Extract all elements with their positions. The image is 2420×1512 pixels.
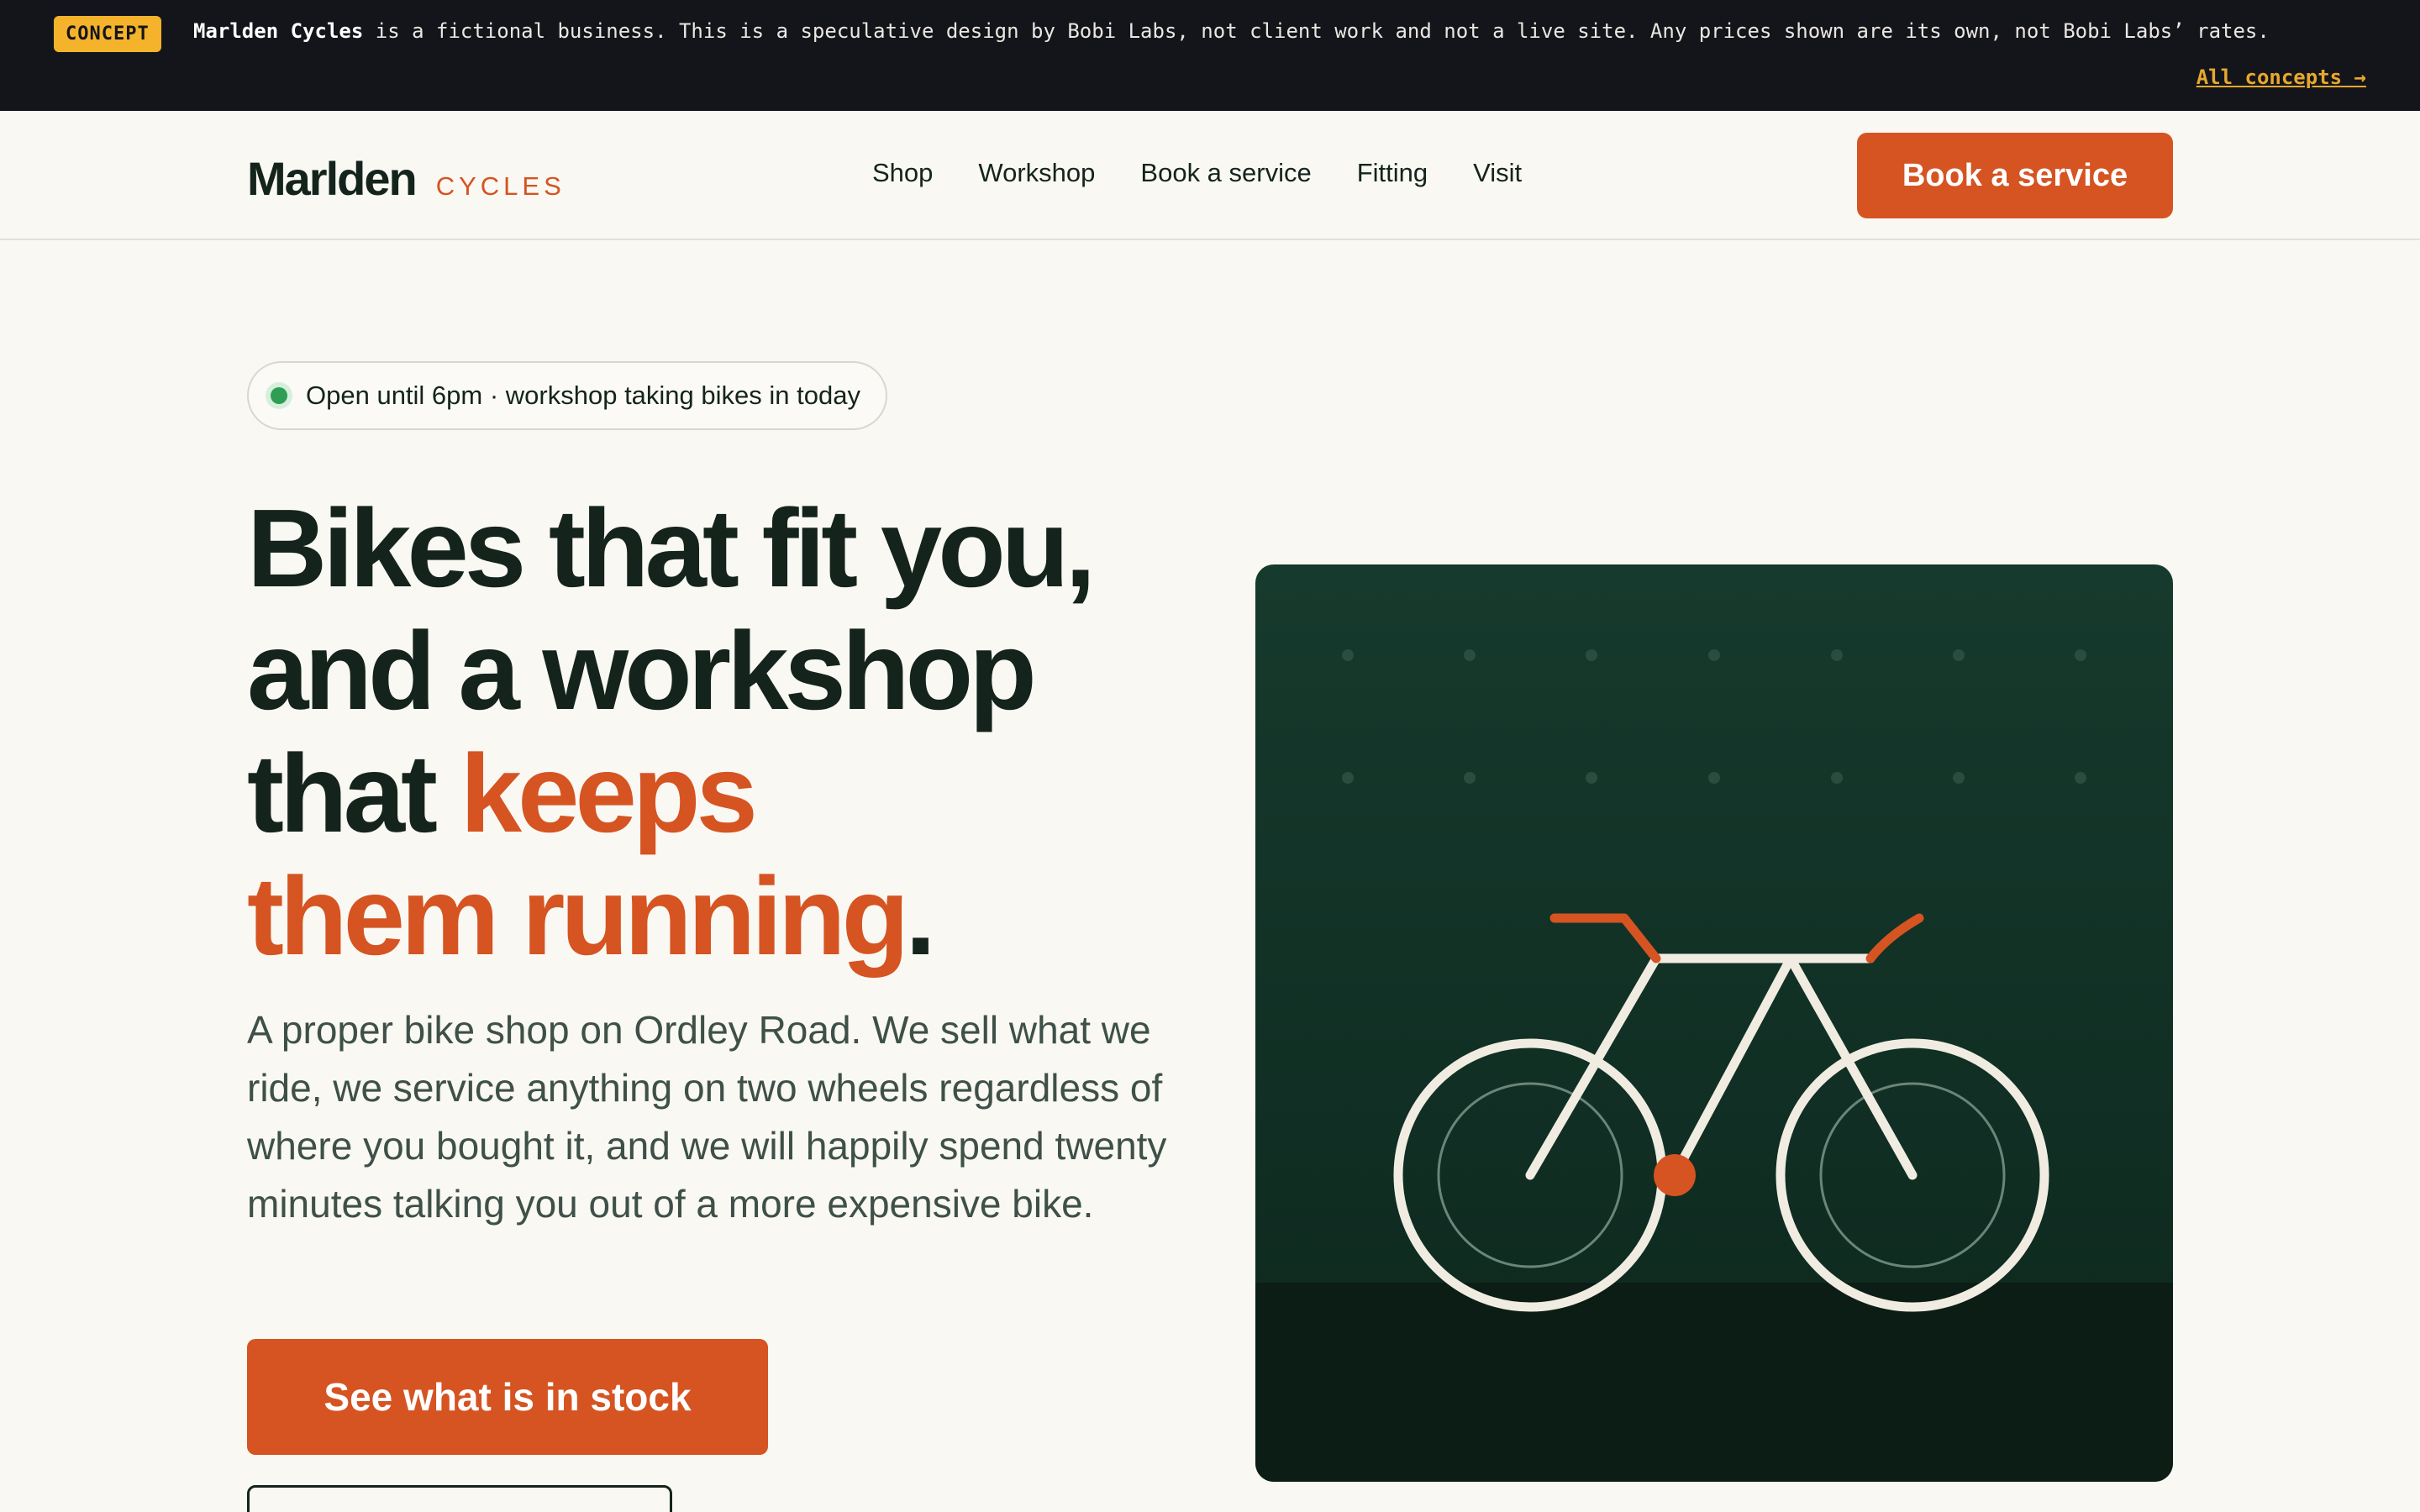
concept-badge: CONCEPT (54, 16, 161, 52)
hero-title-line-3: that (247, 732, 460, 855)
all-concepts-link[interactable]: All concepts → (2196, 66, 2366, 89)
status-text: Open until 6pm · workshop taking bikes i… (306, 381, 860, 410)
hero-title-accent-2: them running (247, 854, 909, 978)
nav-item-visit[interactable]: Visit (1473, 158, 1522, 188)
book-service-button[interactable]: Book a service (1857, 133, 2173, 218)
secondary-hero-button[interactable] (247, 1485, 672, 1512)
concept-disclaimer: Marlden Cycles is a fictional business. … (193, 18, 2270, 44)
concept-disclaimer-text: is a fictional business. This is a specu… (363, 19, 2270, 43)
open-status-dot-icon (271, 387, 287, 404)
nav-item-fitting[interactable]: Fitting (1357, 158, 1428, 188)
hero-title-period: . (905, 854, 936, 978)
nav-item-book-a-service[interactable]: Book a service (1140, 158, 1311, 188)
hero-bike-illustration (1255, 564, 2173, 1482)
site-header: Marlden CYCLES Shop Workshop Book a serv… (0, 111, 2420, 240)
nav-item-shop[interactable]: Shop (872, 158, 933, 188)
nav-item-workshop[interactable]: Workshop (978, 158, 1095, 188)
hero-title-line-1: Bikes that fit you, (247, 486, 1096, 610)
logo-subtitle: CYCLES (435, 171, 566, 201)
status-badge: Open until 6pm · workshop taking bikes i… (247, 361, 887, 430)
logo-wordmark: Marlden (247, 152, 418, 205)
hero-title-accent-1: keeps (460, 732, 758, 855)
logo[interactable]: Marlden CYCLES (247, 151, 566, 206)
bike-icon (1255, 564, 2173, 1482)
hero-title: Bikes that fit you, and a workshop that … (247, 487, 1213, 978)
see-stock-button[interactable]: See what is in stock (247, 1339, 768, 1455)
hero-title-line-2: and a workshop (247, 609, 1037, 732)
main-nav: Shop Workshop Book a service Fitting Vis… (872, 158, 1522, 188)
concept-business-name: Marlden Cycles (193, 19, 364, 43)
hero-description: A proper bike shop on Ordley Road. We se… (247, 1008, 1167, 1226)
concept-banner: CONCEPT Marlden Cycles is a fictional bu… (0, 0, 2420, 111)
